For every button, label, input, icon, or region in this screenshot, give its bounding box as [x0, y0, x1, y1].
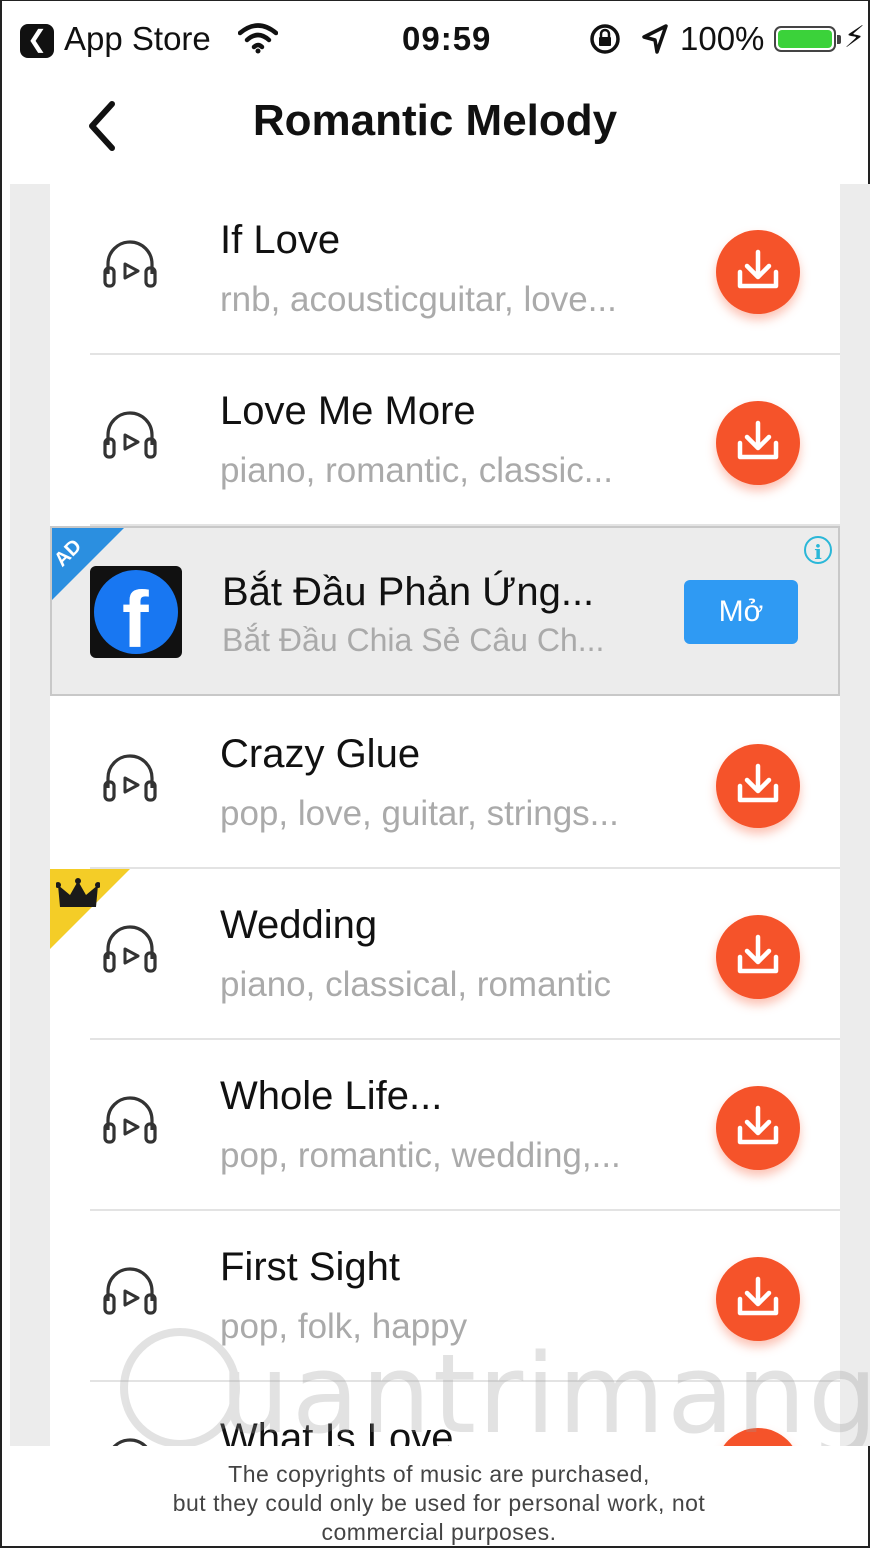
song-title[interactable]: Whole Life...: [220, 1074, 442, 1119]
song-tags: piano, romantic, classic...: [220, 451, 613, 490]
headphones-play-icon[interactable]: [100, 1096, 160, 1148]
copyright-line-3: commercial purposes.: [321, 1519, 557, 1545]
song-tags: pop, romantic, wedding,...: [220, 1136, 621, 1175]
facebook-logo-letter: f: [122, 575, 149, 655]
song-tags: pop, love, guitar, strings...: [220, 794, 619, 833]
ad-title[interactable]: Bắt Đầu Phản Ứng...: [222, 570, 594, 615]
song-row[interactable]: Wedding piano, classical, romantic: [50, 869, 840, 1040]
headphones-play-icon[interactable]: [100, 1267, 160, 1319]
song-title[interactable]: Love Me More: [220, 389, 476, 434]
ad-open-button[interactable]: Mở: [684, 580, 798, 644]
song-row[interactable]: Love Me More piano, romantic, classic...: [50, 355, 840, 526]
clock: 09:59: [402, 20, 492, 57]
copyright-line-2: but they could only be used for personal…: [172, 1490, 706, 1516]
song-row[interactable]: Crazy Glue pop, love, guitar, strings...: [50, 698, 840, 869]
song-title[interactable]: First Sight: [220, 1245, 400, 1290]
song-title[interactable]: If Love: [220, 218, 340, 263]
headphones-play-icon[interactable]: [100, 411, 160, 463]
headphones-play-icon[interactable]: [100, 1438, 160, 1446]
headphones-play-icon[interactable]: [100, 754, 160, 806]
download-button[interactable]: [716, 1086, 800, 1170]
ad-subtitle: Bắt Đầu Chia Sẻ Câu Ch...: [222, 622, 605, 658]
song-list[interactable]: If Love rnb, acousticguitar, love... Love …: [50, 184, 840, 1446]
copyright-line-1: The copyrights of music are purchased,: [228, 1461, 650, 1487]
song-row[interactable]: Whole Life... pop, romantic, wedding,...: [50, 1040, 840, 1211]
headphones-play-icon[interactable]: [100, 240, 160, 292]
song-row[interactable]: First Sight pop, folk, happy: [50, 1211, 840, 1382]
back-to-app-icon[interactable]: ❮: [20, 24, 54, 58]
song-title[interactable]: What Is Love: [220, 1416, 453, 1446]
copyright-text: The copyrights of music are purchased, b…: [10, 1460, 868, 1547]
facebook-logo-icon[interactable]: f: [90, 566, 182, 658]
download-button[interactable]: [716, 1428, 800, 1446]
song-title[interactable]: Wedding: [220, 903, 377, 948]
copyright-footer: The copyrights of music are purchased, b…: [10, 1446, 868, 1546]
song-tags: pop, folk, happy: [220, 1307, 468, 1346]
song-tags: rnb, acousticguitar, love...: [220, 280, 617, 319]
back-to-app-label[interactable]: App Store: [64, 20, 211, 58]
wifi-icon: [238, 23, 278, 54]
song-row[interactable]: If Love rnb, acousticguitar, love...: [50, 184, 840, 355]
headphones-play-icon[interactable]: [100, 925, 160, 977]
ad-banner[interactable]: AD f Bắt Đầu Phản Ứng... Bắt Đầu Chia Sẻ…: [50, 526, 840, 696]
battery-icon: [774, 26, 841, 52]
status-bar: ❮ App Store 09:59 100% ⚡︎: [10, 8, 866, 68]
location-icon: [642, 24, 668, 54]
download-button[interactable]: [716, 401, 800, 485]
info-icon[interactable]: i: [804, 536, 832, 564]
crown-icon: [55, 877, 101, 918]
download-button[interactable]: [716, 915, 800, 999]
download-button[interactable]: [716, 744, 800, 828]
download-button[interactable]: [716, 230, 800, 314]
battery-percent: 100%: [680, 20, 765, 57]
song-row[interactable]: What Is Love: [50, 1382, 840, 1446]
rotation-lock-icon: [590, 24, 620, 54]
page-title: Romantic Melody: [252, 96, 618, 145]
download-button[interactable]: [716, 1257, 800, 1341]
song-tags: piano, classical, romantic: [220, 965, 611, 1004]
song-title[interactable]: Crazy Glue: [220, 732, 420, 777]
charging-bolt-icon: ⚡︎: [844, 21, 866, 54]
battery-fill: [778, 30, 832, 48]
